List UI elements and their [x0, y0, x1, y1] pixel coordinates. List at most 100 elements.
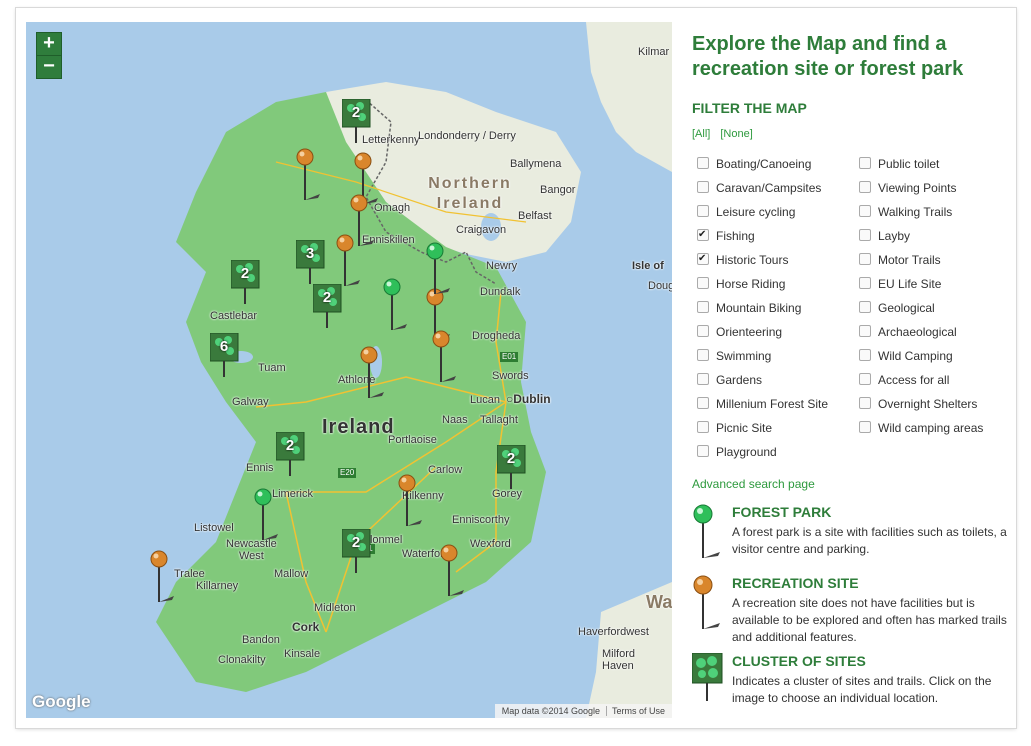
map-view[interactable]: + − Kilmar Letterkenny Londonderry / Der… — [26, 22, 672, 718]
advanced-search-link[interactable]: Advanced search page — [692, 477, 815, 491]
filter-label: Layby — [878, 229, 911, 243]
filter-checkbox[interactable] — [697, 349, 709, 361]
filter-caravan-campsites[interactable]: Caravan/Campsites — [697, 178, 821, 198]
filter-checkbox[interactable] — [859, 181, 871, 193]
filter-checkbox[interactable] — [859, 397, 871, 409]
filter-horse-riding[interactable]: Horse Riding — [697, 274, 785, 294]
filter-label: Geological — [878, 301, 935, 315]
forest-park-pin[interactable] — [254, 488, 284, 548]
select-none-link[interactable]: [None] — [720, 128, 752, 140]
filter-checkbox[interactable] — [859, 229, 871, 241]
filter-label: Archaeological — [878, 325, 957, 339]
filter-picnic-site[interactable]: Picnic Site — [697, 418, 772, 438]
place-label: Galway — [232, 396, 269, 408]
zoom-in-button[interactable]: + — [37, 33, 61, 56]
legend-title: FOREST PARK — [732, 504, 832, 520]
legend-description: A forest park is a site with facilities … — [732, 525, 1007, 556]
green-pin-icon — [693, 504, 720, 558]
google-logo[interactable]: Google — [32, 692, 91, 712]
select-all-link[interactable]: [All] — [692, 128, 710, 140]
place-label: Craigavon — [456, 224, 507, 236]
filter-label: Overnight Shelters — [878, 397, 978, 411]
filter-playground[interactable]: Playground — [697, 442, 777, 462]
filter-public-toilet[interactable]: Public toilet — [859, 154, 939, 174]
filter-layby[interactable]: Layby — [859, 226, 910, 246]
recreation-site-pin[interactable] — [296, 148, 326, 208]
filter-historic-tours[interactable]: Historic Tours — [697, 249, 789, 270]
recreation-site-pin[interactable] — [398, 474, 428, 534]
filter-leisure-cycling[interactable]: Leisure cycling — [697, 202, 795, 222]
filter-checkbox[interactable] — [697, 301, 709, 313]
filter-checkbox[interactable] — [859, 349, 871, 361]
cluster-count: 3 — [305, 245, 315, 262]
place-label: Ballymena — [510, 158, 562, 170]
cluster-marker[interactable]: 2 — [230, 259, 265, 308]
filter-overnight-shelters[interactable]: Overnight Shelters — [859, 394, 977, 414]
filter-boating-canoeing[interactable]: Boating/Canoeing — [697, 154, 811, 174]
filter-checkbox[interactable] — [859, 373, 871, 385]
filter-fishing[interactable]: Fishing — [697, 225, 755, 246]
filter-checkbox[interactable] — [859, 277, 871, 289]
filter-access-for-all[interactable]: Access for all — [859, 370, 949, 390]
zoom-out-button[interactable]: − — [37, 56, 61, 78]
filter-checkbox[interactable] — [697, 277, 709, 289]
forest-park-pin[interactable] — [426, 242, 456, 302]
cluster-icon[interactable] — [692, 653, 726, 703]
cluster-marker[interactable]: 2 — [496, 444, 531, 493]
filter-checkbox[interactable] — [697, 397, 709, 409]
place-label: Mallow — [274, 568, 309, 580]
filter-wild-camping[interactable]: Wild Camping — [859, 346, 953, 366]
filter-swimming[interactable]: Swimming — [697, 346, 771, 366]
forest-park-pin[interactable] — [383, 278, 413, 338]
filter-label: Leisure cycling — [716, 205, 796, 219]
filter-mountain-biking[interactable]: Mountain Biking — [697, 298, 801, 318]
place-label: Tuam — [258, 362, 286, 374]
filter-checkbox[interactable] — [697, 373, 709, 385]
place-label: Midleton — [314, 602, 356, 614]
filter-checkbox[interactable] — [859, 421, 871, 433]
filter-checkbox-checked[interactable] — [697, 249, 709, 269]
filter-label: Wild Camping — [878, 349, 953, 363]
recreation-site-pin[interactable] — [440, 544, 470, 604]
filter-checkbox[interactable] — [697, 325, 709, 337]
filter-checkbox[interactable] — [859, 325, 871, 337]
filter-label: Millenium Forest Site — [716, 397, 829, 411]
cluster-marker[interactable]: 2 — [312, 283, 347, 332]
cluster-marker[interactable]: 2 — [341, 98, 376, 147]
filter-geological[interactable]: Geological — [859, 298, 935, 318]
filter-orienteering[interactable]: Orienteering — [697, 322, 782, 342]
filter-eu-life-site[interactable]: EU Life Site — [859, 274, 941, 294]
filter-label: Historic Tours — [716, 253, 789, 267]
filter-checkbox[interactable] — [697, 445, 709, 457]
filter-checkbox-checked[interactable] — [697, 225, 709, 245]
filter-walking-trails[interactable]: Walking Trails — [859, 202, 952, 222]
filter-millenium-forest-site[interactable]: Millenium Forest Site — [697, 394, 828, 414]
filter-title: FILTER THE MAP — [692, 100, 807, 116]
recreation-site-pin[interactable] — [360, 346, 390, 406]
cluster-marker[interactable]: 2 — [275, 431, 310, 480]
filter-viewing-points[interactable]: Viewing Points — [859, 178, 957, 198]
map-attribution: Map data ©2014 Google Terms of Use — [494, 704, 672, 718]
place-label: Naas — [442, 414, 468, 426]
recreation-site-pin[interactable] — [432, 330, 462, 390]
filter-checkbox[interactable] — [859, 301, 871, 313]
filter-checkbox[interactable] — [859, 253, 871, 265]
filter-checkbox[interactable] — [697, 157, 709, 169]
filter-motor-trails[interactable]: Motor Trails — [859, 250, 941, 270]
cluster-marker[interactable]: 6 — [209, 332, 244, 381]
place-label: Castlebar — [210, 310, 258, 322]
filter-label: Gardens — [716, 373, 763, 387]
terms-link[interactable]: Terms of Use — [605, 706, 665, 716]
filter-checkbox[interactable] — [697, 181, 709, 193]
cluster-marker[interactable]: 2 — [341, 528, 376, 577]
filter-label: Motor Trails — [878, 253, 941, 267]
filter-checkbox[interactable] — [859, 205, 871, 217]
filter-archaeological[interactable]: Archaeological — [859, 322, 957, 342]
recreation-site-pin[interactable] — [150, 550, 180, 610]
filter-wild-camping-areas[interactable]: Wild camping areas — [859, 418, 983, 438]
filter-checkbox[interactable] — [697, 205, 709, 217]
filter-checkbox[interactable] — [697, 421, 709, 433]
filter-gardens[interactable]: Gardens — [697, 370, 762, 390]
cluster-marker[interactable]: 3 — [295, 239, 330, 288]
filter-checkbox[interactable] — [859, 157, 871, 169]
